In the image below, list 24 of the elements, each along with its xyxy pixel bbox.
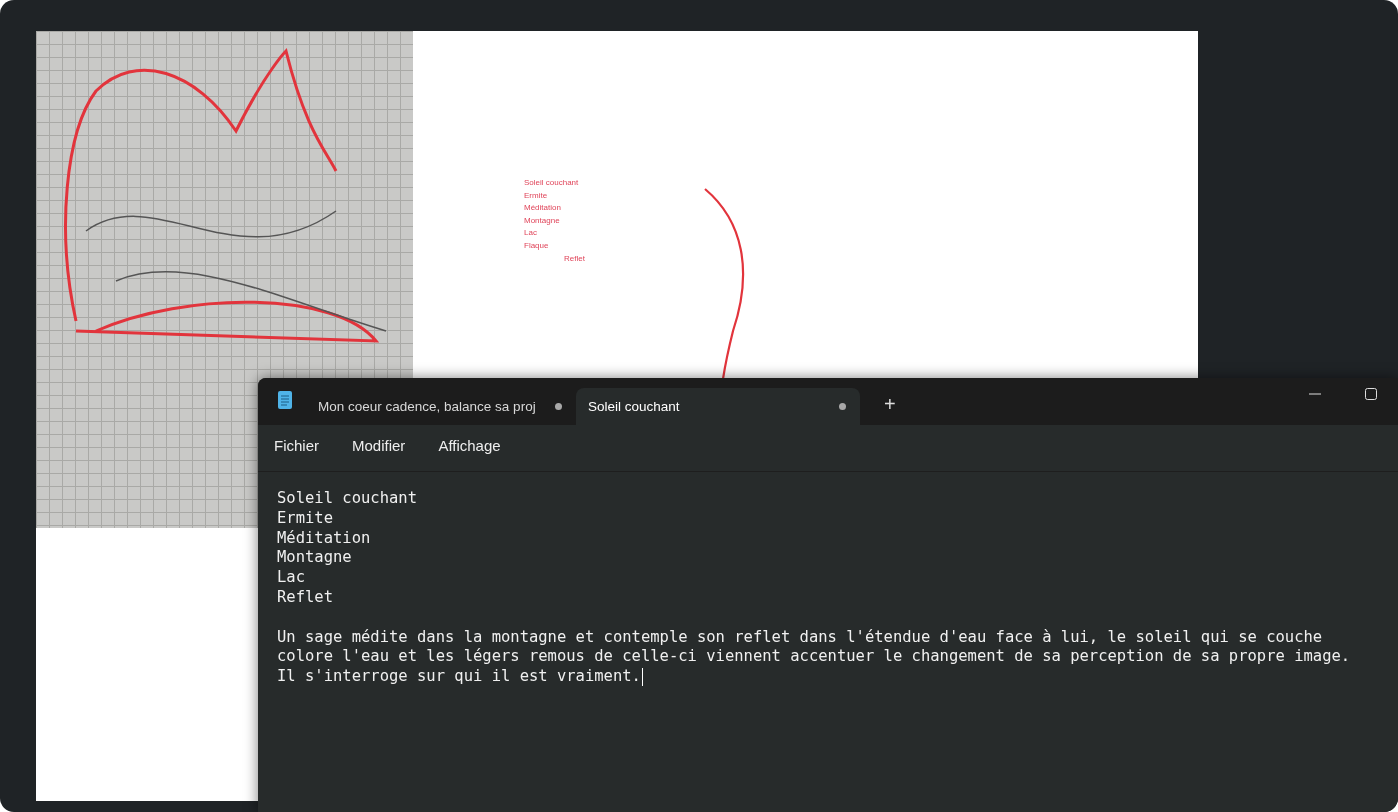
text-line: Montagne — [277, 548, 352, 569]
text-line: colore l'eau et les légers remous de celle-ci viennent accentuer le changement de sa perception de sa propre image. — [277, 647, 1351, 668]
canvas-note: Montagne — [524, 214, 561, 227]
text-line: Soleil couchant — [277, 489, 417, 509]
canvas-note: Soleil couchant — [524, 177, 580, 189]
text-line: Lac — [277, 568, 305, 588]
document-tab[interactable]: Soleil couchant — [576, 388, 860, 425]
document-tab[interactable]: Mon coeur cadence, balance sa proj — [306, 388, 576, 425]
canvas-note: Méditation — [524, 202, 562, 215]
text-cursor-icon — [641, 668, 643, 687]
text-line: Un sage médite dans la montagne et contemple son reflet dans l'étendue d'eau face à lui, le soleil qui se couche — [277, 627, 1323, 648]
canvas-note: Lac — [524, 227, 538, 240]
text-line: Méditation — [277, 528, 371, 549]
text-line: Reflet — [277, 588, 333, 608]
menu-item[interactable]: Fichier — [266, 432, 327, 458]
notepad-icon — [278, 391, 292, 409]
new-tab-button[interactable]: + — [880, 393, 900, 416]
menu-item[interactable]: Affichage — [430, 432, 509, 458]
text-line: Ermite — [277, 508, 333, 529]
canvas-note: Flaque — [524, 239, 550, 252]
text-line: Il s'interroge sur qui il est vraiment. — [277, 667, 641, 687]
menu-item[interactable]: Modifier — [344, 432, 414, 458]
canvas-note: Reflet — [564, 252, 585, 265]
canvas-note: Ermite — [524, 189, 549, 202]
